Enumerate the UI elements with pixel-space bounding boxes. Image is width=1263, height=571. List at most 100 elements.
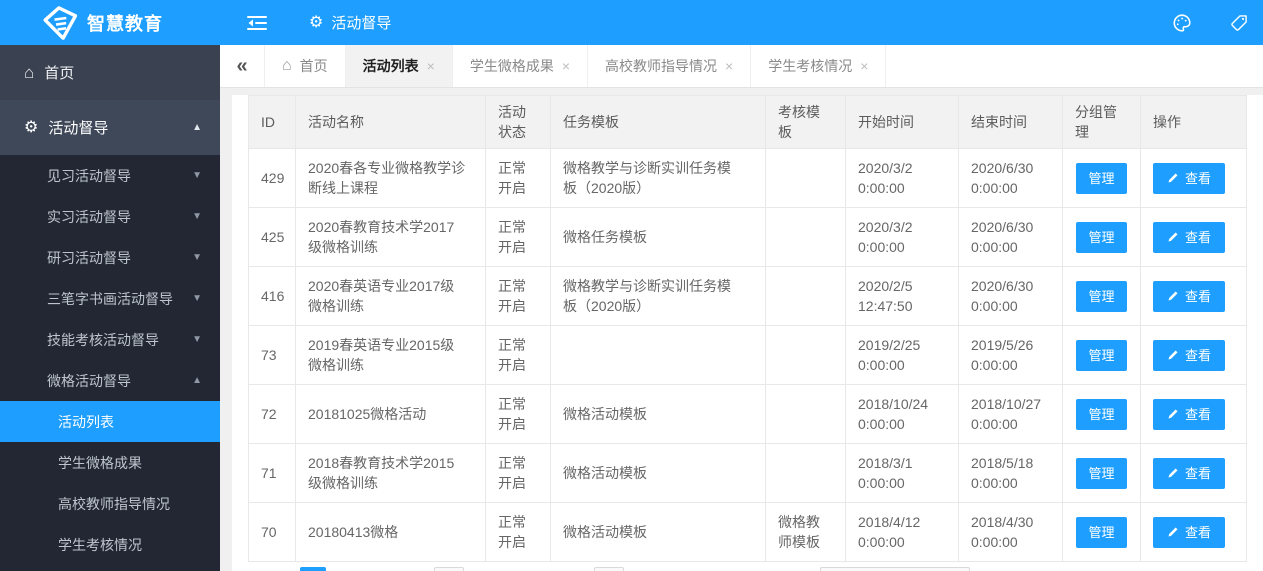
manage-button[interactable]: 管理 bbox=[1076, 162, 1127, 194]
view-button[interactable]: 查看 bbox=[1153, 162, 1226, 194]
pencil-icon bbox=[1167, 526, 1179, 538]
tab[interactable]: 高校教师指导情况 × bbox=[588, 45, 752, 87]
sidebar-item[interactable]: 技能考核活动督导 ▼ bbox=[0, 319, 220, 360]
sidebar-item[interactable]: 微格活动督导 ▲ bbox=[0, 360, 220, 401]
cell-activity-name: 2019春英语专业2015级 微格训练 bbox=[295, 325, 486, 385]
manage-button[interactable]: 管理 bbox=[1076, 280, 1127, 312]
cell-activity-name: 2020春教育技术学2017 级微格训练 bbox=[295, 207, 486, 267]
cell-end-time: 2018/4/30 0:00:00 bbox=[958, 502, 1063, 562]
main-area: « ⌂ 首页 活动列表 × 学生微格成果 × 高校教师指导情况 × 学生考核情况… bbox=[220, 45, 1263, 571]
cell-actions: 查看 bbox=[1140, 443, 1247, 503]
theme-palette-icon[interactable] bbox=[1171, 12, 1193, 34]
tab[interactable]: ⌂ 首页 bbox=[264, 45, 346, 87]
sidebar-root-label: 活动督导 bbox=[48, 120, 109, 137]
cell-id: 70 bbox=[248, 502, 296, 562]
sidebar-item-label: 学生微格成果 bbox=[58, 454, 142, 471]
tab-label: 活动列表 bbox=[362, 58, 419, 74]
cell-id: 72 bbox=[248, 384, 296, 444]
cell-start-time: 2018/10/24 0:00:00 bbox=[845, 384, 959, 444]
header-right-actions bbox=[1171, 12, 1263, 34]
cell-assess-template bbox=[765, 148, 846, 208]
manage-button[interactable]: 管理 bbox=[1076, 516, 1127, 548]
sidebar-collapse-icon[interactable] bbox=[247, 15, 267, 31]
chevron-up-icon: ▲ bbox=[192, 122, 202, 133]
tab[interactable]: 学生微格成果 × bbox=[453, 45, 589, 87]
page-button[interactable] bbox=[434, 567, 464, 571]
close-icon[interactable]: × bbox=[562, 58, 570, 74]
view-button-label: 查看 bbox=[1185, 288, 1212, 304]
top-nav-module[interactable]: ⚙ 活动督导 bbox=[309, 12, 391, 33]
cell-start-time: 2020/2/5 12:47:50 bbox=[845, 266, 959, 326]
col-end-time: 结束时间 bbox=[958, 95, 1063, 149]
sidebar-item-label: 活动列表 bbox=[58, 413, 114, 430]
home-icon: ⌂ bbox=[282, 57, 292, 74]
app-title: 智慧教育 bbox=[87, 13, 163, 34]
brand-logo[interactable]: 智慧教育 bbox=[0, 0, 220, 45]
gear-icon: ⚙ bbox=[309, 13, 324, 31]
sidebar-item-label: 技能考核活动督导 bbox=[47, 331, 159, 348]
sidebar-item-home[interactable]: ⌂ 首页 bbox=[0, 45, 220, 100]
tab[interactable]: 活动列表 × bbox=[345, 45, 453, 87]
cell-end-time: 2018/5/18 0:00:00 bbox=[958, 443, 1063, 503]
page-size-select[interactable] bbox=[820, 567, 970, 571]
tab-label: 首页 bbox=[299, 58, 328, 74]
pencil-icon bbox=[1167, 467, 1179, 479]
view-button[interactable]: 查看 bbox=[1153, 221, 1226, 253]
chevron-icon: ▼ bbox=[192, 170, 202, 181]
view-button[interactable]: 查看 bbox=[1153, 457, 1226, 489]
manage-button[interactable]: 管理 bbox=[1076, 221, 1127, 253]
page-button-active[interactable]: 1 bbox=[300, 567, 326, 571]
tag-icon[interactable] bbox=[1229, 13, 1249, 33]
page-button[interactable] bbox=[594, 567, 624, 571]
activity-table: ID 活动名称 活动 状态 任务模板 考核模 板 开始时间 结束时间 分组管 理… bbox=[248, 95, 1247, 562]
col-assess-template: 考核模 板 bbox=[765, 95, 846, 149]
view-button-label: 查看 bbox=[1185, 406, 1212, 422]
sidebar-item[interactable]: 见习活动督导 ▼ bbox=[0, 155, 220, 196]
col-task-template: 任务模板 bbox=[550, 95, 766, 149]
sidebar-item[interactable]: 三笔字书画活动督导 ▼ bbox=[0, 278, 220, 319]
cell-assess-template: 微格教 师模板 bbox=[765, 502, 846, 562]
pencil-icon bbox=[1167, 231, 1179, 243]
sidebar-item[interactable]: 高校教师指导情况 bbox=[0, 483, 220, 524]
cell-assess-template bbox=[765, 325, 846, 385]
manage-button[interactable]: 管理 bbox=[1076, 339, 1127, 371]
manage-button[interactable]: 管理 bbox=[1076, 457, 1127, 489]
cell-activity-status: 正常 开启 bbox=[485, 325, 551, 385]
cell-task-template: 微格教学与诊断实训任务模 板（2020版） bbox=[550, 148, 766, 208]
manage-button[interactable]: 管理 bbox=[1076, 398, 1127, 430]
cell-activity-status: 正常 开启 bbox=[485, 384, 551, 444]
close-icon[interactable]: × bbox=[860, 58, 868, 74]
pagination: 1 bbox=[248, 562, 1247, 571]
sidebar-item[interactable]: 活动列表 bbox=[0, 401, 220, 442]
cell-group-manage: 管理 bbox=[1062, 207, 1141, 267]
view-button-label: 查看 bbox=[1185, 170, 1212, 186]
view-button-label: 查看 bbox=[1185, 465, 1212, 481]
cell-activity-name: 2020春英语专业2017级 微格训练 bbox=[295, 266, 486, 326]
cell-end-time: 2018/10/27 0:00:00 bbox=[958, 384, 1063, 444]
tab[interactable]: 学生考核情况 × bbox=[751, 45, 887, 87]
view-button[interactable]: 查看 bbox=[1153, 339, 1226, 371]
sidebar-item[interactable]: 研习活动督导 ▼ bbox=[0, 237, 220, 278]
cell-id: 71 bbox=[248, 443, 296, 503]
view-button[interactable]: 查看 bbox=[1153, 398, 1226, 430]
sidebar-item-label: 实习活动督导 bbox=[47, 208, 131, 225]
cell-activity-status: 正常 开启 bbox=[485, 207, 551, 267]
close-icon[interactable]: × bbox=[725, 58, 733, 74]
close-icon[interactable]: × bbox=[427, 58, 435, 74]
top-nav-module-label: 活动督导 bbox=[331, 15, 392, 32]
table-row: 425 2020春教育技术学2017 级微格训练 正常 开启 微格任务模板 20… bbox=[248, 207, 1247, 267]
col-group-manage: 分组管 理 bbox=[1062, 95, 1141, 149]
cell-actions: 查看 bbox=[1140, 384, 1247, 444]
view-button[interactable]: 查看 bbox=[1153, 516, 1226, 548]
sidebar-item[interactable]: 实习活动督导 ▼ bbox=[0, 196, 220, 237]
table-row: 71 2018春教育技术学2015 级微格训练 正常 开启 微格活动模板 201… bbox=[248, 443, 1247, 503]
sidebar-item[interactable]: 学生考核情况 bbox=[0, 524, 220, 565]
sidebar-item[interactable]: 学生微格成果 bbox=[0, 442, 220, 483]
top-header: 智慧教育 ⚙ 活动督导 bbox=[0, 0, 1263, 45]
cell-assess-template bbox=[765, 443, 846, 503]
tab-scroll-left-icon[interactable]: « bbox=[220, 45, 264, 87]
sidebar-item-activity-supervision[interactable]: ⚙ 活动督导 ▲ bbox=[0, 100, 220, 155]
table-row: 429 2020春各专业微格教学诊 断线上课程 正常 开启 微格教学与诊断实训任… bbox=[248, 148, 1247, 208]
view-button[interactable]: 查看 bbox=[1153, 280, 1226, 312]
app-logo-icon bbox=[43, 5, 78, 40]
